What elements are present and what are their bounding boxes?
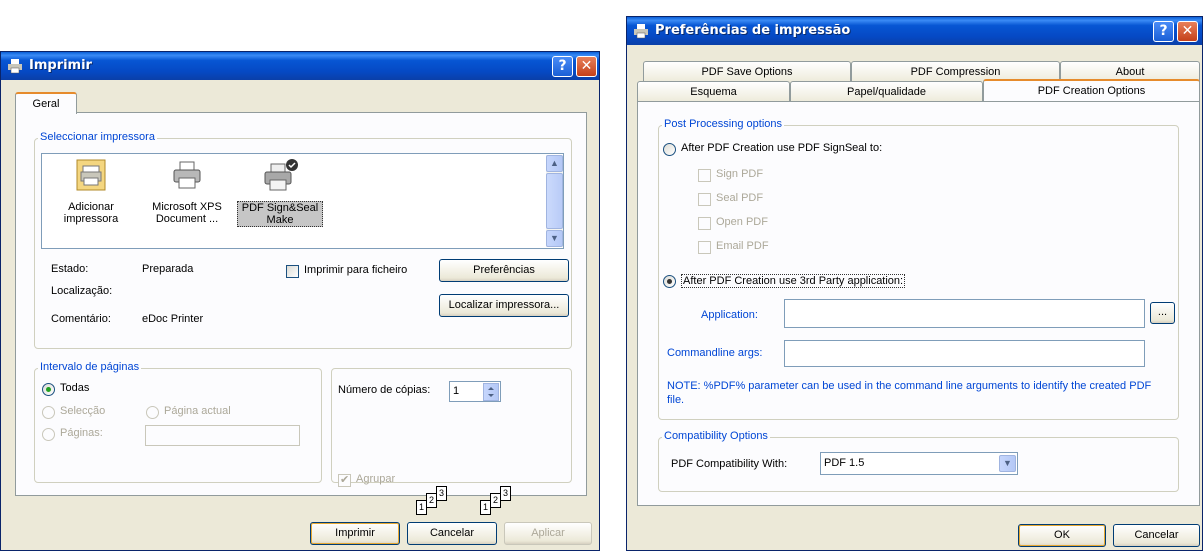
cmdline-label: Commandline args: xyxy=(667,347,763,359)
range-selection-label[interactable]: Selecção xyxy=(60,405,105,417)
post-processing-label: Post Processing options xyxy=(662,118,785,130)
ok-button[interactable]: OK xyxy=(1018,524,1106,547)
3rdparty-radio[interactable] xyxy=(663,275,676,288)
find-printer-button[interactable]: Localizar impressora... xyxy=(439,294,569,317)
tab-esquema[interactable]: Esquema xyxy=(637,81,790,103)
page-range-label: Intervalo de páginas xyxy=(38,361,142,373)
compatibility-label: Compatibility Options xyxy=(662,430,770,442)
range-all-radio[interactable] xyxy=(42,383,55,396)
collate-illustration-1: 3 2 1 xyxy=(414,486,464,526)
printer-list-scrollbar[interactable]: ▲ ▼ xyxy=(546,155,563,247)
collate-page: 1 xyxy=(480,500,491,515)
open-pdf-checkbox[interactable] xyxy=(698,217,711,230)
tab-papel-qualidade[interactable]: Papel/qualidade xyxy=(790,81,983,103)
chevron-down-icon[interactable]: ▼ xyxy=(999,455,1016,472)
range-pages-label[interactable]: Páginas: xyxy=(60,427,103,439)
preferences-button[interactable]: Preferências xyxy=(439,259,569,282)
tab-pdf-creation-options[interactable]: PDF Creation Options xyxy=(983,79,1200,101)
3rdparty-label[interactable]: After PDF Creation use 3rd Party applica… xyxy=(681,274,906,288)
range-selection-radio[interactable] xyxy=(42,406,55,419)
pdf-creation-panel: Post Processing options After PDF Creati… xyxy=(637,101,1200,506)
browse-button[interactable]: ... xyxy=(1150,302,1175,324)
prefs-dialog-title: Preferências de impressão xyxy=(655,23,851,38)
default-printer-icon xyxy=(264,159,298,191)
printer-name: Document ... xyxy=(155,213,219,225)
seal-pdf-label[interactable]: Seal PDF xyxy=(716,192,763,204)
application-input[interactable] xyxy=(784,299,1145,328)
email-pdf-checkbox[interactable] xyxy=(698,241,711,254)
cmdline-input[interactable] xyxy=(784,340,1145,367)
comment-label: Comentário: xyxy=(51,313,111,325)
print-to-file-checkbox[interactable] xyxy=(286,265,299,278)
compat-select[interactable]: PDF 1.5 xyxy=(820,452,1018,475)
collate-page: 3 xyxy=(500,486,511,501)
printer-list[interactable]: Adicionar impressora Microsoft XPS Docum… xyxy=(41,153,564,249)
sign-pdf-checkbox[interactable] xyxy=(698,169,711,182)
signseal-radio[interactable] xyxy=(663,143,676,156)
cancel-button[interactable]: Cancelar xyxy=(1113,524,1200,547)
printer-name: impressora xyxy=(63,213,119,225)
prefs-dialog: Preferências de impressão ? ✕ PDF Save O… xyxy=(626,16,1203,551)
status-value: Preparada xyxy=(142,263,194,275)
print-dialog-title: Imprimir xyxy=(29,58,92,73)
cancel-button[interactable]: Cancelar xyxy=(407,522,497,545)
copies-spinner[interactable] xyxy=(483,383,499,401)
print-to-file-label[interactable]: Imprimir para ficheiro xyxy=(304,264,407,276)
email-pdf-label[interactable]: Email PDF xyxy=(716,240,769,252)
collate-checkbox[interactable]: ✔ xyxy=(338,474,351,487)
scroll-up-icon[interactable]: ▲ xyxy=(546,155,563,172)
pages-input[interactable] xyxy=(145,425,300,446)
collate-illustration-2: 3 2 1 xyxy=(478,486,528,526)
select-printer-label: Seleccionar impressora xyxy=(38,131,157,143)
sign-pdf-label[interactable]: Sign PDF xyxy=(716,168,763,180)
range-pages-radio[interactable] xyxy=(42,428,55,441)
tab-pdf-save-options[interactable]: PDF Save Options xyxy=(643,61,851,83)
application-label: Application: xyxy=(701,309,758,321)
printer-icon xyxy=(634,24,648,39)
note-text: NOTE: %PDF% parameter can be used in the… xyxy=(667,380,1152,406)
printer-name: PDF Sign&Seal xyxy=(241,202,319,214)
print-dialog: Imprimir ? ✕ Geral Seleccionar impressor… xyxy=(0,51,600,551)
collate-page: 3 xyxy=(436,486,447,501)
print-button[interactable]: Imprimir xyxy=(310,522,400,545)
status-label: Estado: xyxy=(51,263,89,275)
range-current-label[interactable]: Página actual xyxy=(164,405,231,417)
printer-icon xyxy=(8,59,22,74)
printer-icon xyxy=(173,161,201,189)
signseal-label[interactable]: After PDF Creation use PDF SignSeal to: xyxy=(681,142,882,154)
apply-button[interactable]: Aplicar xyxy=(504,522,592,545)
printer-item-xps[interactable]: Microsoft XPS Document ... xyxy=(145,156,229,246)
print-dialog-titlebar[interactable]: Imprimir ? ✕ xyxy=(1,52,599,80)
help-button[interactable]: ? xyxy=(552,56,573,77)
open-pdf-label[interactable]: Open PDF xyxy=(716,216,768,228)
printer-name: Adicionar xyxy=(68,201,114,213)
collate-page: 2 xyxy=(490,493,501,508)
range-all-label[interactable]: Todas xyxy=(60,382,89,394)
printer-item-add[interactable]: Adicionar impressora xyxy=(50,156,132,246)
add-printer-icon xyxy=(76,159,106,191)
collate-label[interactable]: Agrupar xyxy=(356,473,395,485)
spin-arrows-icon xyxy=(488,387,494,397)
compat-label: PDF Compatibility With: xyxy=(671,458,788,470)
close-button[interactable]: ✕ xyxy=(576,56,597,77)
scroll-thumb[interactable] xyxy=(546,173,563,229)
printer-name: Microsoft XPS xyxy=(152,201,222,213)
tab-geral[interactable]: Geral xyxy=(15,92,77,114)
copies-label: Número de cópias: xyxy=(338,384,431,396)
collate-page: 2 xyxy=(426,493,437,508)
seal-pdf-checkbox[interactable] xyxy=(698,193,711,206)
printer-item-pdf-signseal[interactable]: PDF Sign&Seal Make xyxy=(237,156,323,246)
location-label: Localização: xyxy=(51,285,113,297)
close-button[interactable]: ✕ xyxy=(1177,21,1198,42)
printer-name: Make xyxy=(266,214,294,226)
geral-panel: Seleccionar impressora Adicionar impress… xyxy=(15,112,587,515)
help-button[interactable]: ? xyxy=(1153,21,1174,42)
range-current-radio[interactable] xyxy=(146,406,159,419)
scroll-down-icon[interactable]: ▼ xyxy=(546,230,563,247)
printer-name-selected: PDF Sign&Seal Make xyxy=(237,201,323,227)
comment-value: eDoc Printer xyxy=(142,313,204,325)
prefs-dialog-titlebar[interactable]: Preferências de impressão ? ✕ xyxy=(627,17,1202,45)
collate-page: 1 xyxy=(416,500,427,515)
